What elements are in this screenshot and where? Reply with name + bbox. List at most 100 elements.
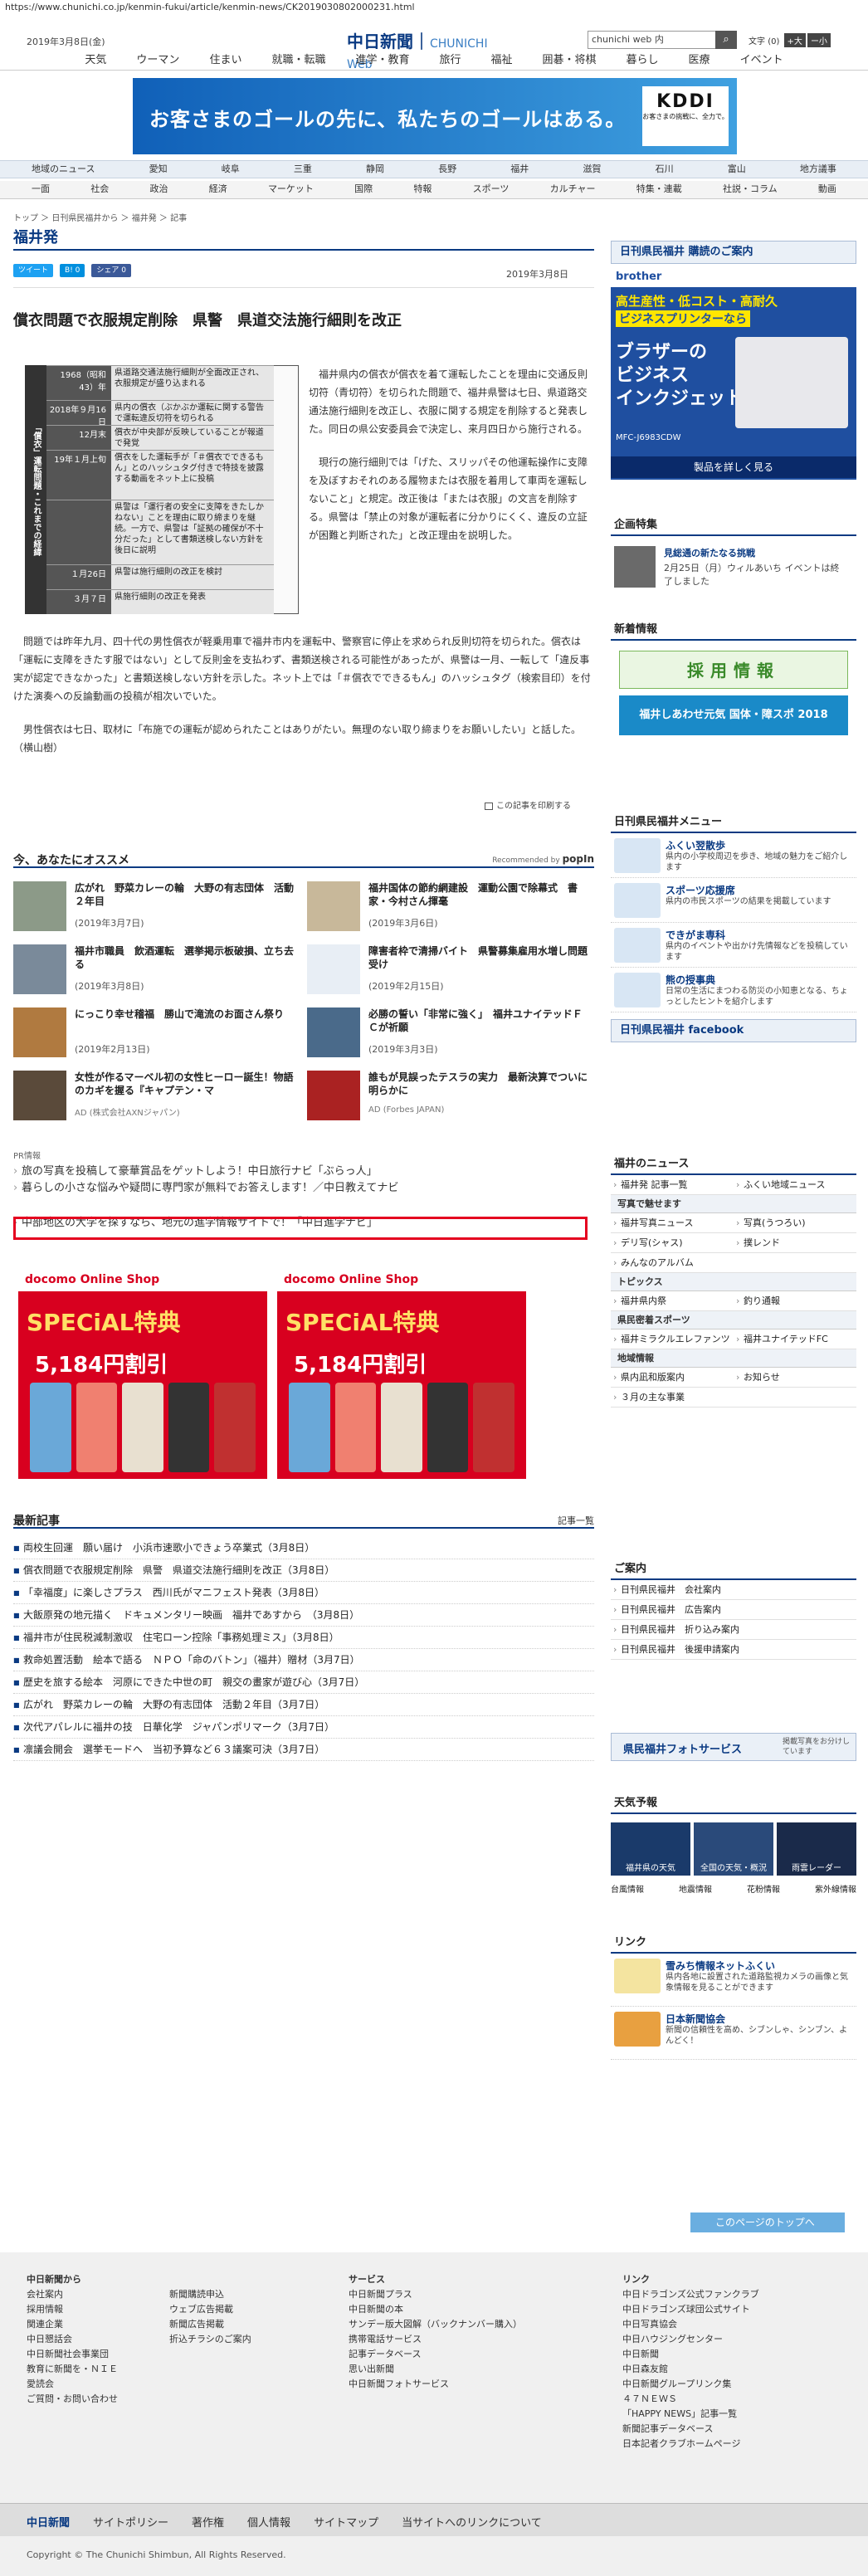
recommend-text[interactable]: 障害者枠で清掃バイト 県警募集雇用水増し問題受け [368,944,589,971]
print-button[interactable]: この記事を印刷する [485,798,571,811]
footer-link[interactable]: 携帯電話サービス [349,2332,522,2347]
menu-item[interactable]: できがま専科 県内のイベントや出かけ先情報などを投稿しています [611,923,856,968]
recommend-text[interactable]: 広がれ 野菜カレーの輪 大野の有志団体 活動２年目 [75,881,295,908]
category-nav-item[interactable]: 社説・コラム [718,181,783,198]
footer-link[interactable]: 中日新聞 [622,2347,759,2362]
weather-link[interactable]: 地震情報 [679,1882,712,1895]
recommend-thumbnail[interactable] [307,881,360,931]
recommend-thumbnail[interactable] [307,944,360,994]
side-link[interactable]: 撲レンド [734,1233,856,1253]
side-link[interactable]: 県内凪和版案内 [611,1368,734,1388]
region-nav-item[interactable]: 福井 [505,161,534,178]
recommend-text[interactable]: 必勝の誓い「非常に強く」 福井ユナイテッドＦＣが祈願 [368,1007,589,1034]
facebook-link[interactable]: 日刊県民福井 facebook [611,1019,856,1042]
link-item-title[interactable]: 雪みち情報ネットふくい [666,1959,775,1973]
recommend-thumbnail[interactable] [307,1007,360,1057]
side-link[interactable]: デリ写(シャス) [611,1233,734,1253]
footer-link[interactable]: 中日新聞の本 [349,2302,522,2317]
nav-jobs[interactable]: 就職・転職 [256,51,340,70]
footer-link[interactable]: 中日新聞フォトサービス [349,2377,522,2392]
recommend-thumbnail[interactable] [13,1007,66,1057]
footer-link[interactable]: ４７ＮＥＷＳ [622,2392,759,2407]
region-nav-item[interactable]: 愛知 [144,161,173,178]
weather-tile[interactable]: 全国の天気・概況 [694,1822,773,1876]
side-link[interactable]: 福井県内祭 [611,1291,734,1311]
feature-thumbnail[interactable] [614,546,656,588]
recommend-item[interactable]: 誰もが見誤ったテスラの実力 最新決算でついに明らかに AD (Forbes JAP… [307,1069,589,1122]
nav-living[interactable]: 暮らし [612,51,674,70]
region-nav-item[interactable]: 富山 [723,161,751,178]
footer-bar-link[interactable]: 当サイトへのリンクについて [402,2514,542,2530]
link-item[interactable]: 雪みち情報ネットふくい 県内各地に設置された道路監視カメラの画像と気象情報を見るこ… [611,1954,856,2007]
footer-link[interactable]: 折込チラシのご案内 [169,2332,251,2347]
footer-bar-link[interactable]: 著作権 [192,2514,224,2530]
category-nav-item[interactable]: 経済 [204,181,232,198]
side-link[interactable]: 福井写真ニュース [611,1213,734,1233]
weather-link[interactable]: 花粉情報 [747,1882,780,1895]
region-nav-item[interactable]: 地域のニュース [27,161,100,178]
subscribe-link[interactable]: 日刊県民福井 購読のご案内 [611,241,856,264]
link-item[interactable]: 日本新聞協会 新聞の信頼性を高め、シブンしゃ、シンブン、よんどく！ [611,2007,856,2060]
footer-link[interactable]: 「HAPPY NEWS」記事一覧 [622,2407,759,2422]
category-nav-item[interactable]: 政治 [144,181,173,198]
site-logo[interactable]: 中日新聞｜CHUNICHI Web [347,28,513,71]
hatena-button[interactable]: B! 0 [60,264,85,277]
region-nav-item[interactable]: 石川 [651,161,679,178]
side-link[interactable]: みんなのアルバム [611,1253,856,1273]
region-nav-item[interactable]: 滋賀 [578,161,606,178]
recommend-thumbnail[interactable] [13,1071,66,1120]
menu-item[interactable]: 熊の授事典 日常の生活にまつわる防災の小知恵となる、ちょっとしたヒントを紹介します [611,968,856,1012]
footer-link[interactable]: 中日懇話会 [27,2332,118,2347]
latest-item[interactable]: 広がれ 野菜カレーの輪 大野の有志団体 活動２年目（3月7日） [13,1694,594,1716]
footer-link[interactable]: 中日新聞社会事業団 [27,2347,118,2362]
nav-weather[interactable]: 天気 [70,51,121,70]
footer-link[interactable]: 会社案内 [27,2287,118,2302]
subscribe-banner[interactable]: 日刊県民福井 購読のご案内 [611,241,856,264]
nav-travel[interactable]: 旅行 [424,51,475,70]
footer-link[interactable]: 中日新聞プラス [349,2287,522,2302]
latest-item[interactable]: 大飯原発の地元描く ドキュメンタリー映画 福井であすから （3月8日） [13,1604,594,1627]
menu-item-title[interactable]: 熊の授事典 [666,973,715,987]
latest-item[interactable]: 「幸福度」に楽しさプラス 西川氏がマニフェスト発表（3月8日） [13,1582,594,1604]
side-link[interactable]: 日刊県民福井 後援申請案内 [611,1640,856,1660]
latest-item[interactable]: 救命処置活動 絵本で語る ＮＰＯ「命のバトン」（福井）贈材（3月7日） [13,1649,594,1671]
recommend-text[interactable]: 福井市職員 飲酒運転 選挙掲示板破損、立ち去る [75,944,295,971]
side-link[interactable]: 写真(うつろい) [734,1213,856,1233]
footer-link[interactable]: 中日ドラゴンズ公式ファンクラブ [622,2287,759,2302]
font-reset-button[interactable]: (0) [768,37,779,46]
top-banner-ad[interactable]: お客さまのゴールの先に、私たちのゴールはある。 KDDI お客さまの挑戦に、全力で… [133,78,737,154]
menu-item-title[interactable]: スポーツ応援席 [666,883,735,897]
footer-link[interactable]: 中日写真協会 [622,2317,759,2332]
side-link[interactable]: 福井発 記事一覧 [611,1175,734,1195]
latest-item[interactable]: 福井市が住民税減制激収 住宅ローン控除「事務処理ミス」（3月8日） [13,1627,594,1649]
footer-logo[interactable]: 中日新聞 [27,2514,70,2530]
latest-item[interactable]: 凛議会開会 選挙モードへ 当初予算など６３議案可決（3月7日） [13,1739,594,1761]
brother-more-button[interactable]: 製品を詳しく見る [611,456,856,478]
page-top-button[interactable]: このページのトップへ [690,2213,845,2232]
nav-go-shogi[interactable]: 囲碁・将棋 [528,51,612,70]
region-nav-item[interactable]: 長野 [433,161,461,178]
side-link[interactable]: 福井ユナイテッドFC [734,1329,856,1349]
footer-link[interactable]: 中日ドラゴンズ球団公式サイト [622,2302,759,2317]
side-link[interactable]: お知らせ [734,1368,856,1388]
footer-link[interactable]: 日本記者クラブホームページ [622,2437,759,2452]
side-link[interactable]: 日刊県民福井 広告案内 [611,1600,856,1620]
recommend-text[interactable]: 誰もが見誤ったテスラの実力 最新決算でついに明らかに [368,1071,589,1097]
footer-link[interactable]: 記事データベース [349,2347,522,2362]
latest-item[interactable]: 歴史を旅する絵本 河原にできた中世の町 親交の畫家が遊び心（3月7日） [13,1671,594,1694]
recommend-item[interactable]: 広がれ 野菜カレーの輪 大野の有志団体 活動２年目 (2019年3月7日) [13,880,295,933]
region-nav-item[interactable]: 静岡 [361,161,389,178]
nav-housing[interactable]: 住まい [194,51,256,70]
kokutai-banner[interactable]: 福井しあわせ元気 国体・障スポ 2018 [619,695,848,735]
side-link[interactable]: ふくい地域ニュース [734,1175,856,1195]
facebook-share-button[interactable]: シェア 0 [91,264,131,277]
menu-item[interactable]: スポーツ応援席 県内の市民スポーツの結果を掲載しています [611,878,856,923]
jobs-banner[interactable]: 採用情報 [619,651,848,689]
category-nav-item[interactable]: カルチャー [545,181,601,198]
footer-link[interactable]: 中日ハウジングセンター [622,2332,759,2347]
weather-link[interactable]: 台風情報 [611,1882,644,1895]
latest-more-link[interactable]: 記事一覧 [558,1514,594,1527]
category-nav-item[interactable]: スポーツ [468,181,514,198]
recommend-item[interactable]: 女性が作るマーベル初の女性ヒーロー誕生！物語のカギを握る『キャプテン・マ AD (… [13,1069,295,1122]
side-link[interactable]: 釣り通報 [734,1291,856,1311]
